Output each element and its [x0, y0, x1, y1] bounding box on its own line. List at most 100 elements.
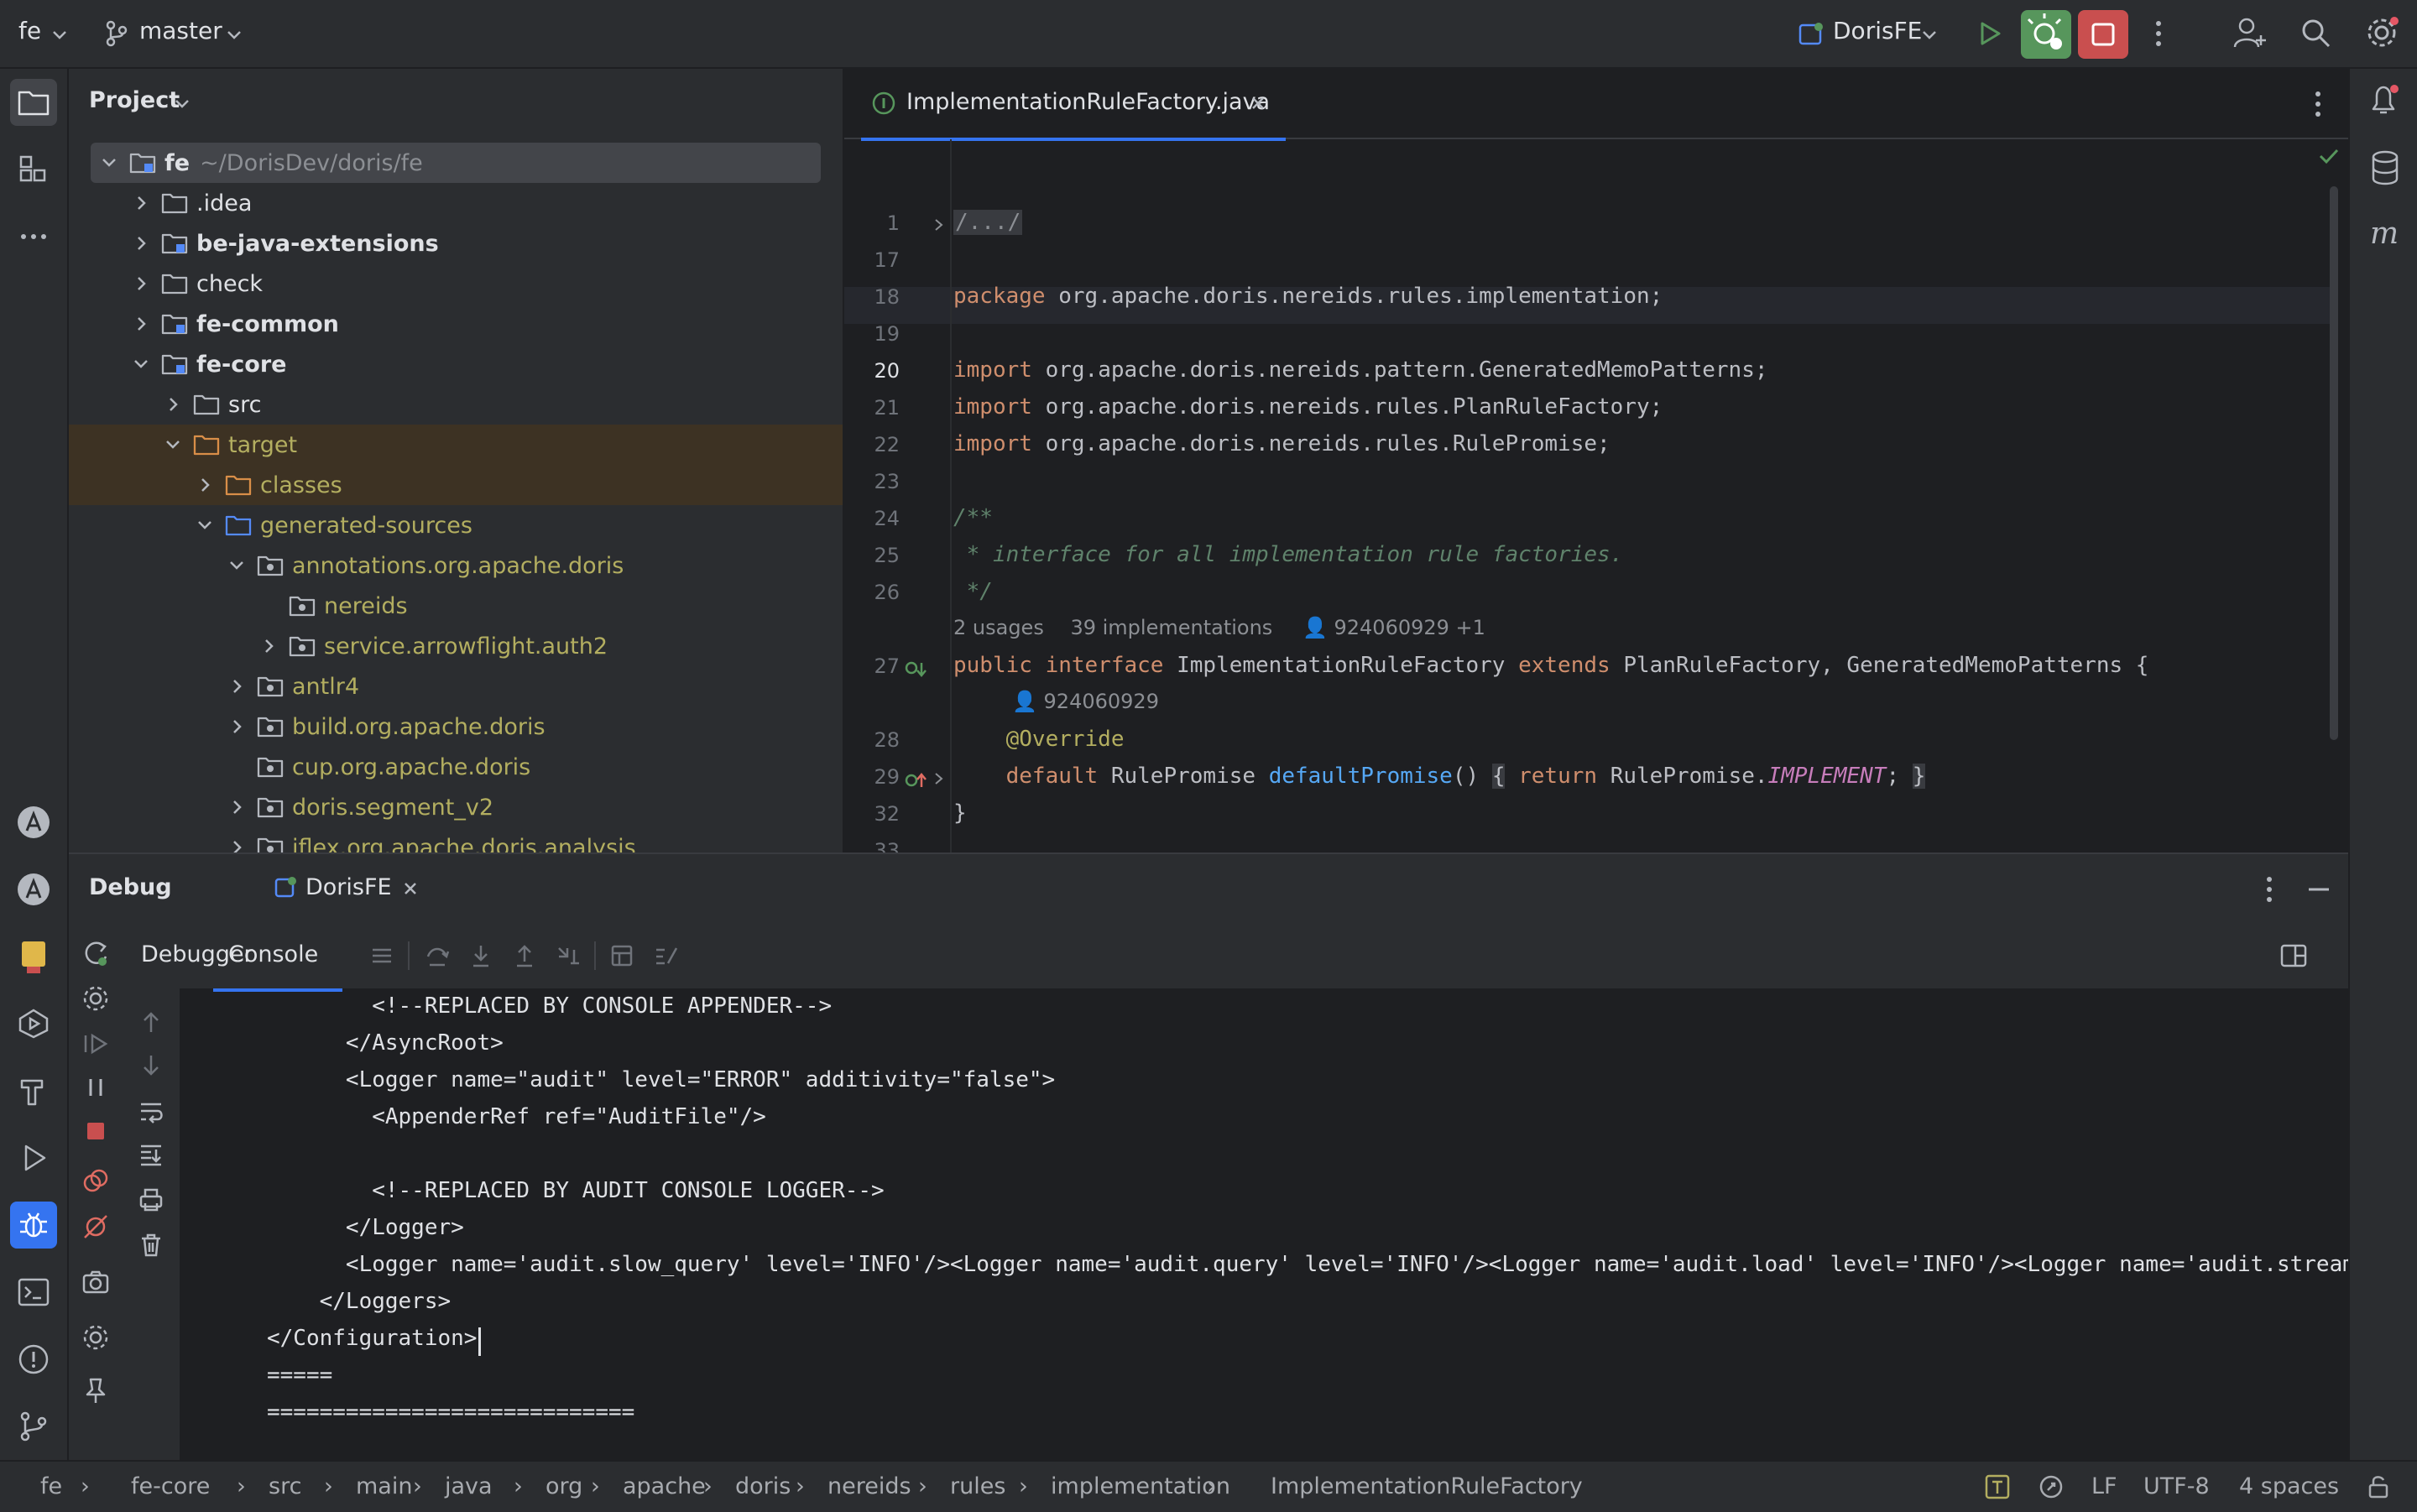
clear-trash-icon[interactable]: [138, 1232, 164, 1259]
implementations-hint[interactable]: 39 implementations: [1070, 616, 1272, 639]
code-line-22[interactable]: import org.apache.doris.nereids.rules.Ru…: [953, 431, 1610, 456]
tree-item[interactable]: generated-sources: [69, 505, 843, 545]
pin-icon[interactable]: [81, 1376, 111, 1406]
scroll-down-icon[interactable]: [138, 1052, 164, 1079]
code-line-21[interactable]: import org.apache.doris.nereids.rules.Pl…: [953, 394, 1663, 420]
rerun-icon[interactable]: [81, 938, 111, 968]
step-out-icon[interactable]: [512, 943, 537, 968]
view-breakpoints-icon[interactable]: [81, 1166, 111, 1197]
tree-item[interactable]: fe-common: [69, 304, 843, 344]
tree-item[interactable]: src: [69, 384, 843, 425]
resume-icon[interactable]: [81, 1029, 111, 1059]
plugin-tool-button[interactable]: [10, 933, 57, 980]
scroll-to-end-icon[interactable]: [138, 1141, 164, 1168]
type-hint-icon[interactable]: [1984, 1473, 2011, 1500]
tree-item[interactable]: classes: [69, 465, 843, 505]
file-encoding[interactable]: UTF-8: [2143, 1473, 2210, 1499]
breadcrumb-item[interactable]: org: [546, 1473, 582, 1499]
tree-item[interactable]: fe ~/DorisDev/doris/fe: [91, 143, 821, 183]
chevron-right-icon[interactable]: [227, 717, 247, 737]
tree-item[interactable]: nereids: [69, 586, 843, 626]
no-problems-check-icon[interactable]: [2318, 146, 2340, 166]
chevron-down-icon[interactable]: [131, 354, 151, 374]
stop-button[interactable]: [2078, 10, 2128, 59]
tree-item[interactable]: annotations.org.apache.doris: [69, 545, 843, 586]
tree-item[interactable]: check: [69, 263, 843, 304]
frames-icon[interactable]: [369, 943, 394, 968]
camera-icon[interactable]: [81, 1267, 111, 1297]
scroll-up-icon[interactable]: [138, 1009, 164, 1035]
tree-item[interactable]: jflex.org.apache.doris.analysis: [69, 827, 843, 852]
chevron-down-icon[interactable]: [1920, 25, 1939, 44]
console-output[interactable]: <!--REPLACED BY CONSOLE APPENDER--> </As…: [180, 988, 2348, 1462]
more-vertical-icon[interactable]: [2259, 873, 2279, 906]
chevron-right-icon[interactable]: [227, 797, 247, 817]
chevron-down-icon[interactable]: [50, 25, 69, 44]
chevron-right-icon[interactable]: [131, 193, 151, 213]
fold-chevron-icon[interactable]: [930, 216, 947, 233]
layout-settings-icon[interactable]: [2279, 941, 2308, 970]
notifications-bell-icon[interactable]: [2367, 82, 2402, 119]
chevron-right-icon[interactable]: [258, 636, 279, 656]
more-vertical-icon[interactable]: [2148, 17, 2169, 50]
folded-region[interactable]: /.../: [953, 210, 1023, 235]
chevron-right-icon[interactable]: [131, 314, 151, 334]
branch-name[interactable]: master: [139, 17, 222, 44]
code-line-29[interactable]: default RulePromise defaultPromise() { r…: [953, 764, 1926, 789]
run-config-name[interactable]: DorisFE: [1833, 17, 1922, 44]
debug-session-tab[interactable]: DorisFE: [228, 854, 438, 926]
line-separator[interactable]: LF: [2091, 1473, 2117, 1499]
breadcrumb-item[interactable]: ImplementationRuleFactory: [1239, 1473, 1583, 1499]
implemented-gutter-icon[interactable]: [903, 658, 928, 681]
soft-wrap-icon[interactable]: [138, 1098, 164, 1124]
chevron-down-icon[interactable]: [195, 515, 215, 535]
run-icon[interactable]: [1972, 17, 2006, 50]
editor-scrollbar[interactable]: [2330, 186, 2338, 740]
tree-item[interactable]: antlr4: [69, 666, 843, 706]
editor-tab-implementation-rule-factory[interactable]: ImplementationRuleFactory.java: [861, 69, 1286, 141]
code-line-1[interactable]: /.../: [953, 210, 1023, 235]
tree-item[interactable]: doris.segment_v2: [69, 787, 843, 827]
authors-hint[interactable]: 924060929 +1: [1334, 616, 1485, 639]
code-line-26[interactable]: */: [953, 579, 993, 604]
code-line-25[interactable]: * interface for all implementation rule …: [953, 542, 1624, 567]
breadcrumb-item[interactable]: main: [356, 1473, 412, 1499]
code-line-24[interactable]: /**: [953, 505, 993, 530]
chevron-right-icon[interactable]: [227, 837, 247, 852]
project-panel-title[interactable]: Project: [89, 87, 180, 113]
tab-console[interactable]: Console: [213, 923, 342, 992]
mute-breakpoints-icon[interactable]: [81, 1212, 111, 1242]
breadcrumb-item[interactable]: src: [269, 1473, 301, 1499]
add-user-icon[interactable]: [2232, 15, 2268, 50]
project-tool-button[interactable]: [10, 79, 57, 126]
code-line-20[interactable]: import org.apache.doris.nereids.pattern.…: [953, 357, 1768, 383]
fold-chevron-icon[interactable]: [930, 770, 947, 787]
tree-item[interactable]: cup.org.apache.doris: [69, 747, 843, 787]
git-tool-button[interactable]: [10, 1403, 57, 1450]
chevron-down-icon[interactable]: [99, 153, 119, 173]
more-tools-button[interactable]: [10, 213, 57, 260]
ai-assistant-button[interactable]: [10, 799, 57, 846]
overrides-gutter-icon[interactable]: [903, 769, 928, 792]
code-line-28[interactable]: @Override: [953, 727, 1125, 752]
minimize-icon[interactable]: [2306, 879, 2331, 899]
breadcrumb-item[interactable]: fe: [22, 1473, 62, 1499]
chevron-right-icon[interactable]: [227, 676, 247, 696]
tree-item[interactable]: .idea: [69, 183, 843, 223]
more-vertical-icon[interactable]: [2308, 87, 2328, 121]
chevron-right-icon[interactable]: [195, 475, 215, 495]
problems-tool-button[interactable]: [10, 1336, 57, 1383]
tree-item[interactable]: target: [69, 425, 843, 465]
structure-tool-button[interactable]: [10, 146, 57, 193]
build-tool-button[interactable]: [10, 1067, 57, 1114]
unlock-icon[interactable]: [2365, 1473, 2392, 1500]
tree-item[interactable]: service.arrowflight.auth2: [69, 626, 843, 666]
chevron-right-icon[interactable]: [131, 274, 151, 294]
breadcrumb-item[interactable]: java: [445, 1473, 493, 1499]
rerun-debug-button[interactable]: [2021, 10, 2071, 59]
database-icon[interactable]: [2368, 149, 2402, 186]
chevron-right-icon[interactable]: [163, 394, 183, 414]
stop-icon[interactable]: [81, 1116, 111, 1146]
step-into-icon[interactable]: [468, 943, 493, 968]
run-tool-button[interactable]: [10, 1134, 57, 1181]
